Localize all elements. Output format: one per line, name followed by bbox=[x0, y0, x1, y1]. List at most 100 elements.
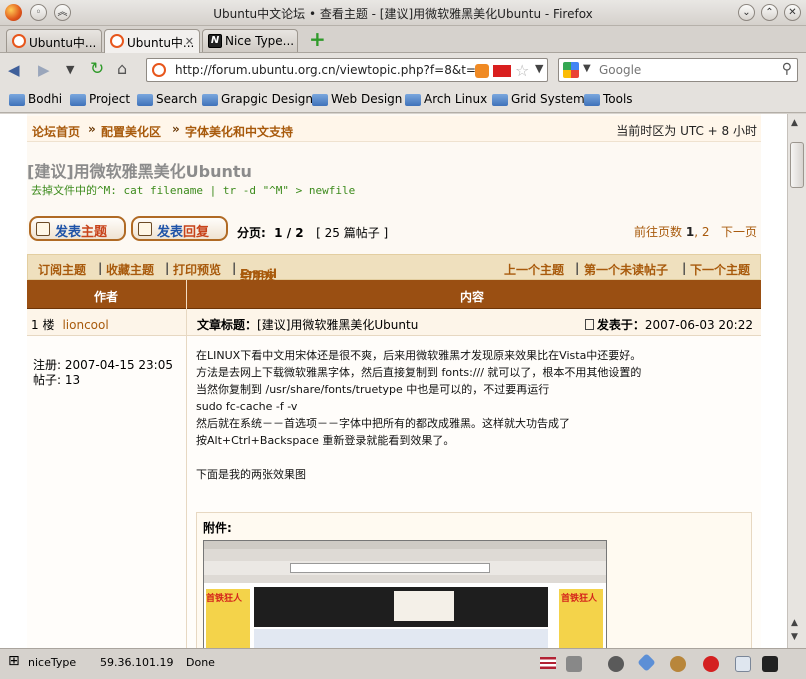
greasemonkey-icon[interactable] bbox=[670, 656, 686, 672]
status-extension-name[interactable]: niceType bbox=[28, 656, 76, 669]
minimize-icon[interactable]: ⌄ bbox=[738, 4, 755, 21]
row-divider bbox=[186, 336, 187, 648]
forward-arrow-icon[interactable]: ▶ bbox=[38, 61, 50, 79]
action-separator: | bbox=[575, 261, 580, 275]
adblock-icon[interactable] bbox=[703, 656, 719, 672]
bookmark-folder-project[interactable]: Project bbox=[70, 92, 130, 106]
us-flag-icon[interactable] bbox=[540, 657, 556, 669]
post-subject: 文章标题：[建议]用微软雅黑美化Ubuntu bbox=[197, 316, 418, 333]
first-unread-link[interactable]: 第一个未读帖子 bbox=[584, 261, 668, 278]
tab-bar: Ubuntu中... Ubuntu中... ✕ N Nice Type... + bbox=[0, 26, 806, 53]
breadcrumb-home-link[interactable]: 论坛首页 bbox=[32, 123, 80, 140]
post-reply-button[interactable]: 发表回复 bbox=[131, 216, 228, 241]
topic-title[interactable]: [建议]用微软雅黑美化Ubuntu bbox=[27, 158, 252, 182]
engine-dropdown-icon[interactable]: ▼ bbox=[583, 63, 591, 74]
author-post-count: 帖子: 13 bbox=[33, 373, 81, 387]
next-page-link[interactable]: 下一页 bbox=[721, 225, 757, 239]
shot-text-left: 首铁狂人 bbox=[206, 594, 243, 604]
search-box[interactable]: ▼ ⚲ bbox=[558, 58, 798, 82]
previous-topic-link[interactable]: 上一个主题 bbox=[504, 261, 564, 278]
vertical-scrollbar[interactable]: ▲ ▲ ▼ bbox=[787, 114, 806, 648]
shot-banner-card bbox=[394, 591, 454, 621]
tab-ubuntu-2-active[interactable]: Ubuntu中... ✕ bbox=[104, 29, 200, 53]
author-profile: 注册: 2007-04-15 23:05 帖子: 13 bbox=[33, 358, 173, 388]
subject-text: [建议]用微软雅黑美化Ubuntu bbox=[257, 318, 419, 332]
tab-label: Ubuntu中... bbox=[29, 36, 97, 50]
attachment-screenshot-image[interactable]: 首铁狂人 首铁狂人 bbox=[203, 540, 607, 648]
status-grid-icon[interactable]: ⊞ bbox=[8, 653, 20, 669]
shot-text-right: 首铁狂人 bbox=[561, 594, 598, 604]
navigation-toolbar: ◀ ▶ ▼ ↻ ⌂ http://forum.ubuntu.org.cn/vie… bbox=[0, 53, 806, 87]
bookmark-folder-web-design[interactable]: Web Design bbox=[312, 92, 402, 106]
notes-icon[interactable] bbox=[735, 656, 751, 672]
google-engine-icon[interactable] bbox=[563, 62, 579, 78]
scroll-down-icon[interactable]: ▼ bbox=[791, 632, 798, 642]
goto-page-label: 前往页数 bbox=[634, 225, 683, 239]
bookmark-folder-arch-linux[interactable]: Arch Linux bbox=[405, 92, 487, 106]
new-topic-icon bbox=[36, 222, 50, 236]
post-page-icon[interactable] bbox=[584, 319, 594, 330]
maximize-icon[interactable]: ⌃ bbox=[761, 4, 778, 21]
search-input[interactable] bbox=[599, 61, 769, 79]
topic-subtitle: 去掉文件中的^M: cat filename | tr -d "^M" > ne… bbox=[31, 184, 356, 197]
message-line: 按Alt+Ctrl+Backspace 重新登录就能看到效果了。 bbox=[196, 434, 455, 447]
rss-feed-icon[interactable] bbox=[475, 64, 489, 78]
page-2-link[interactable]: 2 bbox=[702, 225, 710, 239]
posted-date: 2007-06-03 20:22 bbox=[644, 318, 753, 332]
bookmark-folder-grid-system[interactable]: Grid System bbox=[492, 92, 585, 106]
url-bar[interactable]: http://forum.ubuntu.org.cn/viewtopic.php… bbox=[146, 58, 548, 82]
bookmark-folder-grapgic-design[interactable]: Grapgic Design bbox=[202, 92, 313, 106]
history-dropdown-icon[interactable]: ▼ bbox=[66, 63, 74, 76]
forum-page: 论坛首页 » 配置美化区 » 字体美化和中文支持 当前时区为 UTC + 8 小… bbox=[27, 114, 761, 648]
pages-label: 分页: bbox=[237, 226, 266, 240]
shot-strip bbox=[254, 629, 548, 648]
subscribe-topic-link[interactable]: 订阅主题 bbox=[38, 261, 86, 278]
tab-ubuntu-1[interactable]: Ubuntu中... bbox=[6, 29, 102, 52]
next-topic-link[interactable]: 下一个主题 bbox=[690, 261, 750, 278]
posted-label: 发表于： bbox=[596, 318, 645, 332]
search-magnifier-icon[interactable]: ⚲ bbox=[782, 61, 792, 77]
close-tab-icon[interactable]: ✕ bbox=[185, 35, 194, 48]
bookmark-topic-link[interactable]: 收藏主题 bbox=[106, 261, 154, 278]
tab-nicetype[interactable]: N Nice Type... bbox=[202, 29, 298, 52]
breadcrumb-separator: » bbox=[172, 122, 180, 136]
breadcrumb-subsection-link[interactable]: 字体美化和中文支持 bbox=[185, 123, 293, 140]
back-arrow-icon[interactable]: ◀ bbox=[8, 61, 20, 79]
print-view-link[interactable]: 打印预览 bbox=[173, 261, 221, 278]
scroll-up-lower-icon[interactable]: ▲ bbox=[791, 618, 798, 628]
close-window-icon[interactable]: ✕ bbox=[784, 4, 801, 21]
action-separator: | bbox=[232, 261, 237, 275]
ubuntu-favicon-icon bbox=[12, 34, 26, 48]
post-reply-icon bbox=[138, 222, 152, 236]
camera-icon[interactable] bbox=[566, 656, 582, 672]
row-divider bbox=[186, 309, 187, 336]
status-ip: 59.36.101.19 bbox=[100, 656, 174, 669]
url-dropdown-icon[interactable]: ▼ bbox=[535, 62, 543, 75]
status-state: Done bbox=[186, 656, 215, 669]
post-reply-label-a: 发表 bbox=[157, 225, 184, 240]
home-icon[interactable]: ⌂ bbox=[117, 59, 127, 78]
bookmark-folder-search[interactable]: Search bbox=[137, 92, 197, 106]
scroll-up-icon[interactable]: ▲ bbox=[791, 118, 798, 128]
stylish-icon[interactable] bbox=[762, 656, 778, 672]
firebug-icon[interactable] bbox=[608, 656, 624, 672]
url-text[interactable]: http://forum.ubuntu.org.cn/viewtopic.php… bbox=[175, 63, 475, 77]
posts-count: [ 25 篇帖子 ] bbox=[316, 226, 389, 240]
scroll-thumb[interactable] bbox=[790, 142, 804, 188]
bookmark-star-icon[interactable]: ☆ bbox=[515, 61, 529, 80]
site-favicon-icon bbox=[152, 63, 166, 77]
status-bar: ⊞ niceType 59.36.101.19 Done bbox=[0, 648, 806, 679]
post-message: 在LINUX下看中文用宋体还是很不爽，后来用微软雅黑才发现原来效果比在Vista… bbox=[196, 347, 751, 483]
bookmark-folder-tools[interactable]: Tools bbox=[584, 92, 633, 106]
new-topic-button[interactable]: 发表主题 bbox=[29, 216, 126, 241]
breadcrumb-section-link[interactable]: 配置美化区 bbox=[101, 123, 161, 140]
ubuntu-favicon-icon bbox=[110, 34, 124, 48]
attachment-box: 附件: 首铁狂人 首铁狂人 bbox=[196, 512, 752, 648]
new-tab-plus-icon[interactable]: + bbox=[309, 29, 326, 49]
reload-icon[interactable]: ↻ bbox=[90, 59, 104, 79]
post-date: 发表于：2007-06-03 20:22 bbox=[584, 316, 753, 333]
bookmark-folder-bodhi[interactable]: Bodhi bbox=[9, 92, 62, 106]
post-author-link[interactable]: lioncool bbox=[62, 318, 108, 332]
window-title: Ubuntu中文论坛 • 查看主题 - [建议]用微软雅黑美化Ubuntu - … bbox=[213, 7, 593, 21]
diamond-icon[interactable] bbox=[637, 653, 656, 672]
